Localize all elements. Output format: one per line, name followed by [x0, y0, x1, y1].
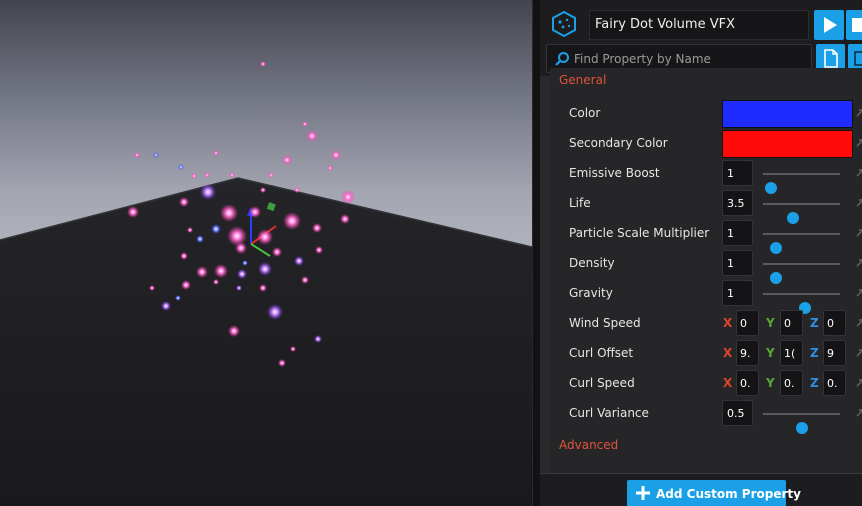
property-list[interactable]: General Color Secondary Color Emissive B… [550, 68, 862, 473]
reset-arrow-icon[interactable] [855, 287, 862, 299]
search-icon [555, 52, 569, 66]
reset-arrow-icon[interactable] [855, 377, 862, 389]
property-label: Particle Scale Multiplier [569, 226, 710, 240]
vector-z-input[interactable]: 9 [823, 340, 846, 366]
slider-track[interactable] [763, 233, 840, 254]
slider-handle[interactable] [795, 422, 808, 434]
search-input[interactable] [574, 49, 806, 69]
properties-panel: Fairy Dot Volume VFX Find Property by Na… [540, 0, 862, 506]
property-row-color: Color [550, 99, 862, 129]
property-label: Emissive Boost [569, 166, 660, 180]
property-row-curl-offset: Curl Offset X 9. Y 1( Z 9 [550, 339, 862, 369]
number-input[interactable]: 1 [722, 250, 753, 276]
number-input[interactable]: 0.5 [722, 400, 753, 426]
play-icon [824, 17, 837, 33]
color-swatch[interactable] [722, 130, 853, 158]
property-label: Gravity [569, 286, 613, 300]
add-custom-property-label: Add Custom Property [656, 487, 801, 501]
reset-arrow-icon[interactable] [855, 107, 862, 119]
stop-icon [852, 18, 862, 32]
property-label: Secondary Color [569, 136, 668, 150]
scene-viewport[interactable] [0, 0, 532, 506]
reset-arrow-icon[interactable] [855, 197, 862, 209]
axis-z-label: Z [810, 316, 819, 330]
floor-plane [0, 178, 532, 506]
vector-y-input[interactable]: 0 [780, 310, 803, 336]
reset-arrow-icon[interactable] [855, 227, 862, 239]
reset-arrow-icon[interactable] [855, 257, 862, 269]
axis-z-label: Z [810, 376, 819, 390]
property-row-life: Life 3.5 [550, 189, 862, 224]
property-row-gravity: Gravity 1 [550, 279, 862, 314]
number-input[interactable]: 1 [722, 160, 753, 186]
axis-y-label: Y [766, 346, 775, 360]
slider-track[interactable] [763, 173, 840, 194]
vector-x-input[interactable]: 0 [736, 310, 759, 336]
property-row-curl-speed: Curl Speed X 0. Y 0. Z 0. [550, 369, 862, 399]
property-label: Curl Offset [569, 346, 634, 360]
axis-x-label: X [723, 316, 733, 330]
property-row-wind-speed: Wind Speed X 0 Y 0 Z 0 [550, 309, 862, 339]
slider-track[interactable] [763, 263, 840, 284]
add-custom-property-button[interactable]: Add Custom Property [627, 480, 801, 506]
section-general[interactable]: General [559, 73, 606, 87]
stop-button[interactable] [846, 10, 862, 40]
scene-render [0, 61, 532, 506]
vector-z-input[interactable]: 0. [823, 370, 846, 396]
plus-icon [636, 486, 650, 500]
property-label: Color [569, 106, 601, 120]
panel-header: Fairy Dot Volume VFX [540, 0, 862, 76]
axis-x-label: X [723, 376, 733, 390]
property-label: Curl Variance [569, 406, 649, 420]
axis-y-label: Y [766, 376, 775, 390]
slider-track[interactable] [763, 413, 840, 434]
axis-x-label: X [723, 346, 733, 360]
number-input[interactable]: 1 [722, 280, 753, 306]
section-advanced[interactable]: Advanced [559, 438, 618, 452]
play-button[interactable] [814, 10, 844, 40]
number-input[interactable]: 3.5 [722, 190, 753, 216]
reset-arrow-icon[interactable] [855, 167, 862, 179]
reset-arrow-icon[interactable] [855, 347, 862, 359]
vfx-asset-icon [552, 10, 576, 38]
asset-name-field[interactable]: Fairy Dot Volume VFX [589, 10, 809, 40]
color-swatch[interactable] [722, 100, 853, 128]
property-row-density: Density 1 [550, 249, 862, 284]
vector-x-input[interactable]: 9. [736, 340, 759, 366]
axis-z-label: Z [810, 346, 819, 360]
vector-x-input[interactable]: 0. [736, 370, 759, 396]
property-label: Wind Speed [569, 316, 641, 330]
vector-y-input[interactable]: 0. [780, 370, 803, 396]
property-row-curl-variance: Curl Variance 0.5 [550, 399, 862, 434]
reset-arrow-icon[interactable] [855, 407, 862, 419]
slider-track[interactable] [763, 293, 840, 314]
reset-arrow-icon[interactable] [855, 137, 862, 149]
vector-y-input[interactable]: 1( [780, 340, 803, 366]
property-label: Density [569, 256, 615, 270]
number-input[interactable]: 1 [722, 220, 753, 246]
axis-y-label: Y [766, 316, 775, 330]
reset-arrow-icon[interactable] [855, 317, 862, 329]
panel-footer: Add Custom Property [540, 473, 862, 506]
vector-z-input[interactable]: 0 [823, 310, 846, 336]
property-row-emissive-boost: Emissive Boost 1 [550, 159, 862, 194]
slider-track[interactable] [763, 203, 840, 224]
property-label: Life [569, 196, 591, 210]
property-label: Curl Speed [569, 376, 635, 390]
property-row-particle-scale-multiplier: Particle Scale Multiplier 1 [550, 219, 862, 254]
property-row-secondary-color: Secondary Color [550, 129, 862, 159]
